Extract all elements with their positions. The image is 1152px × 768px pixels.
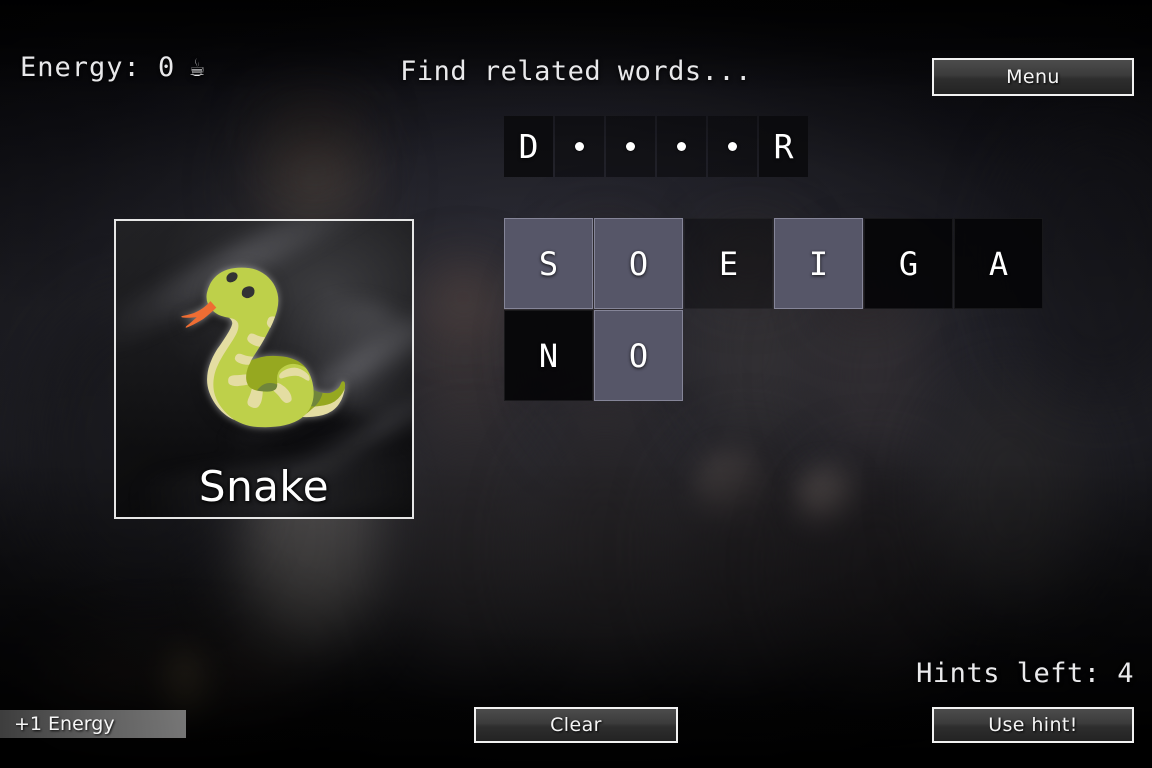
slot-dot-icon <box>677 142 686 151</box>
letter-tile-g[interactable]: G <box>864 218 953 309</box>
slot-dot-icon <box>575 142 584 151</box>
answer-slot-empty <box>657 116 706 177</box>
letter-tile-s[interactable]: S <box>504 218 593 309</box>
tile-row: SOEIGA <box>504 218 1043 309</box>
hints-left-counter: Hints left: 4 <box>916 658 1134 689</box>
use-hint-button[interactable]: Use hint! <box>932 707 1134 743</box>
answer-slot-empty <box>555 116 604 177</box>
game-screen: Energy: 0 ☕ Find related words... Menu D… <box>0 0 1152 768</box>
letter-tile-a[interactable]: A <box>954 218 1043 309</box>
slot-dot-icon <box>728 142 737 151</box>
letter-tile-o[interactable]: O <box>594 310 683 401</box>
clue-label: Snake <box>198 462 330 511</box>
menu-button[interactable]: Menu <box>932 58 1134 96</box>
clue-card[interactable]: 🐍 Snake <box>114 219 414 519</box>
snake-emoji: 🐍 <box>170 261 358 435</box>
answer-slots: DR <box>504 116 808 177</box>
answer-slot-filled: R <box>759 116 808 177</box>
letter-tile-e[interactable]: E <box>684 218 773 309</box>
answer-slot-empty <box>606 116 655 177</box>
slot-dot-icon <box>626 142 635 151</box>
energy-toast: +1 Energy <box>0 710 186 738</box>
letter-tile-n[interactable]: N <box>504 310 593 401</box>
clear-button[interactable]: Clear <box>474 707 678 743</box>
letter-tile-grid[interactable]: SOEIGANO <box>504 218 1043 401</box>
letter-tile-o[interactable]: O <box>594 218 683 309</box>
letter-tile-i[interactable]: I <box>774 218 863 309</box>
answer-slot-filled: D <box>504 116 553 177</box>
tile-row: NO <box>504 310 1043 401</box>
answer-slot-empty <box>708 116 757 177</box>
